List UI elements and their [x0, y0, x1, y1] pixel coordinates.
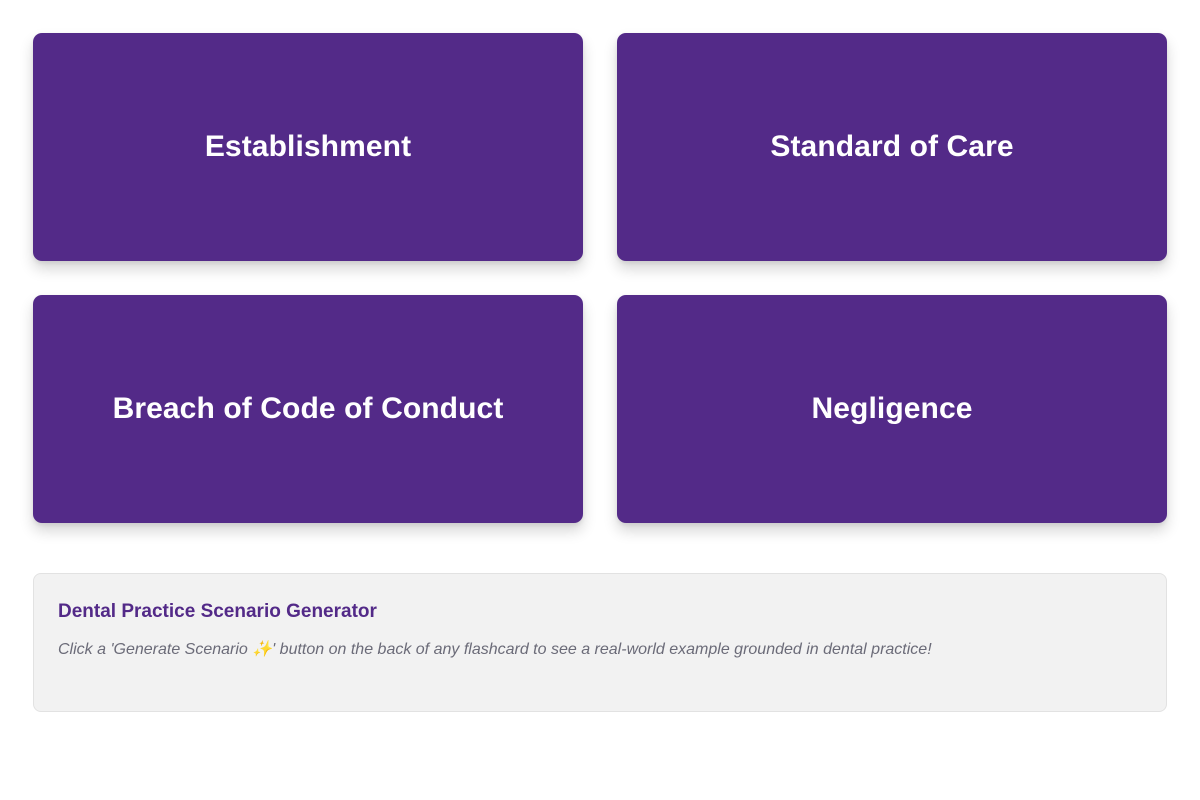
flashcard-negligence[interactable]: Negligence [617, 295, 1167, 523]
flashcard-title: Establishment [204, 129, 412, 163]
flashcard-title: Negligence [811, 391, 973, 425]
flashcard-breach-of-code-of-conduct[interactable]: Breach of Code of Conduct [33, 295, 583, 523]
flashcard-title: Standard of Care [770, 129, 1014, 163]
flashcard-establishment[interactable]: Establishment [33, 33, 583, 261]
scenario-generator-title: Dental Practice Scenario Generator [58, 601, 377, 622]
flashcard-grid: Establishment Standard of Care Breach of… [33, 33, 1167, 523]
flashcard-standard-of-care[interactable]: Standard of Care [617, 33, 1167, 261]
scenario-generator-panel: Dental Practice Scenario Generator Click… [33, 573, 1167, 712]
scenario-generator-instructions: Click a 'Generate Scenario ✨' button on … [58, 641, 932, 658]
flashcard-title: Breach of Code of Conduct [112, 391, 504, 425]
